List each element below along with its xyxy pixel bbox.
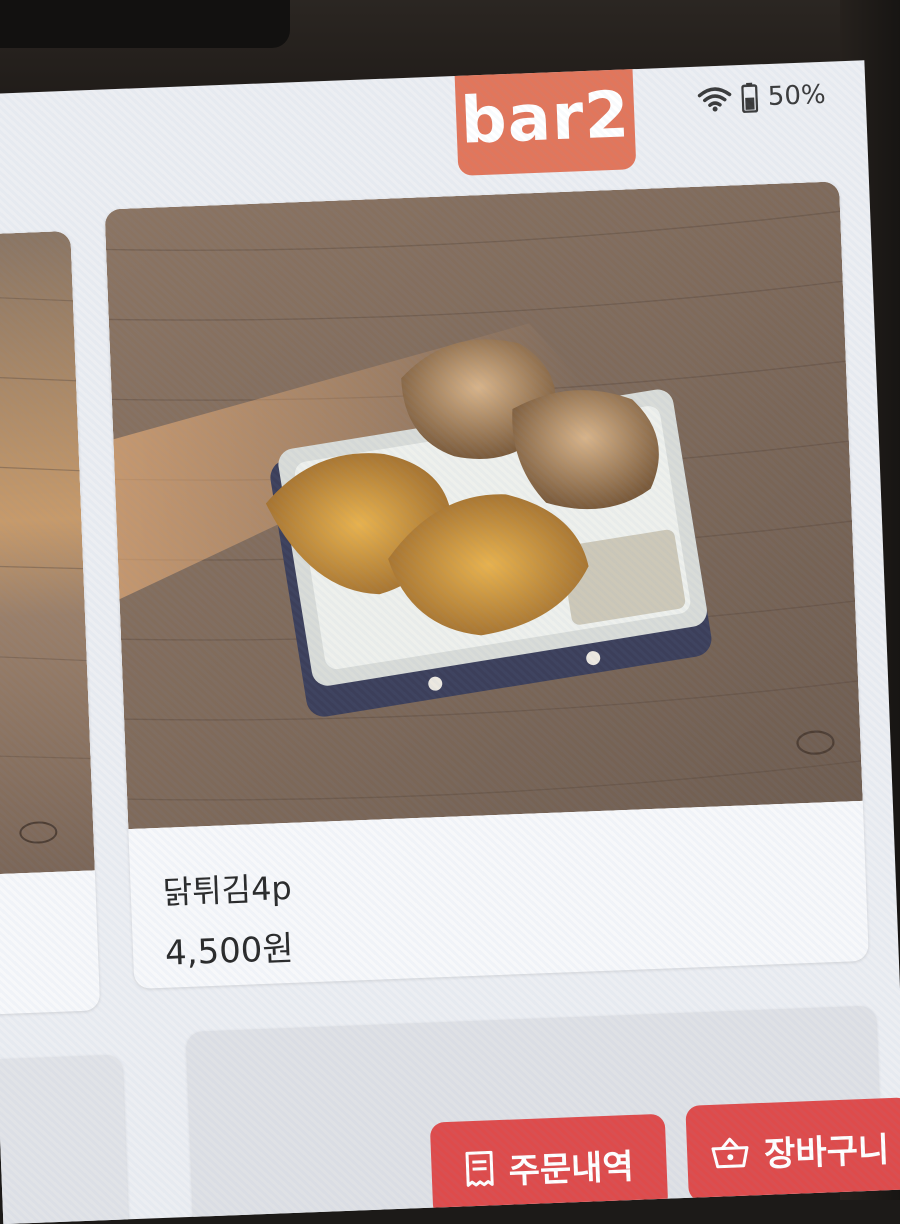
device-bezel-notch (0, 0, 290, 48)
menu-item-photo (104, 181, 863, 830)
menu-card-left[interactable] (0, 230, 101, 1016)
menu-item-price: 4,500원 (164, 928, 295, 974)
status-bar: 50% (697, 80, 826, 115)
menu-item-name: 닭튀김4p (162, 868, 293, 912)
battery-icon (741, 82, 759, 113)
wifi-icon (697, 85, 732, 112)
tablet-screen: bar2 50% 닭튀김4p 4,500원 주문내역 장바구니 (0, 60, 900, 1224)
battery-percentage: 50% (767, 79, 827, 112)
receipt-icon (464, 1150, 495, 1187)
basket-icon (709, 1134, 750, 1170)
table-number-badge: bar2 (454, 61, 637, 176)
cart-label: 장바구니 (763, 1129, 890, 1175)
menu-card-featured[interactable]: 닭튀김4p 4,500원 (104, 181, 869, 989)
menu-card-placeholder-left[interactable] (0, 1054, 130, 1224)
order-history-button[interactable]: 주문내역 (429, 1113, 669, 1219)
menu-item-photo-left (0, 230, 95, 876)
table-number-label: bar2 (459, 78, 632, 159)
cart-button[interactable]: 장바구니 (685, 1097, 900, 1202)
order-history-label: 주문내역 (507, 1146, 635, 1192)
